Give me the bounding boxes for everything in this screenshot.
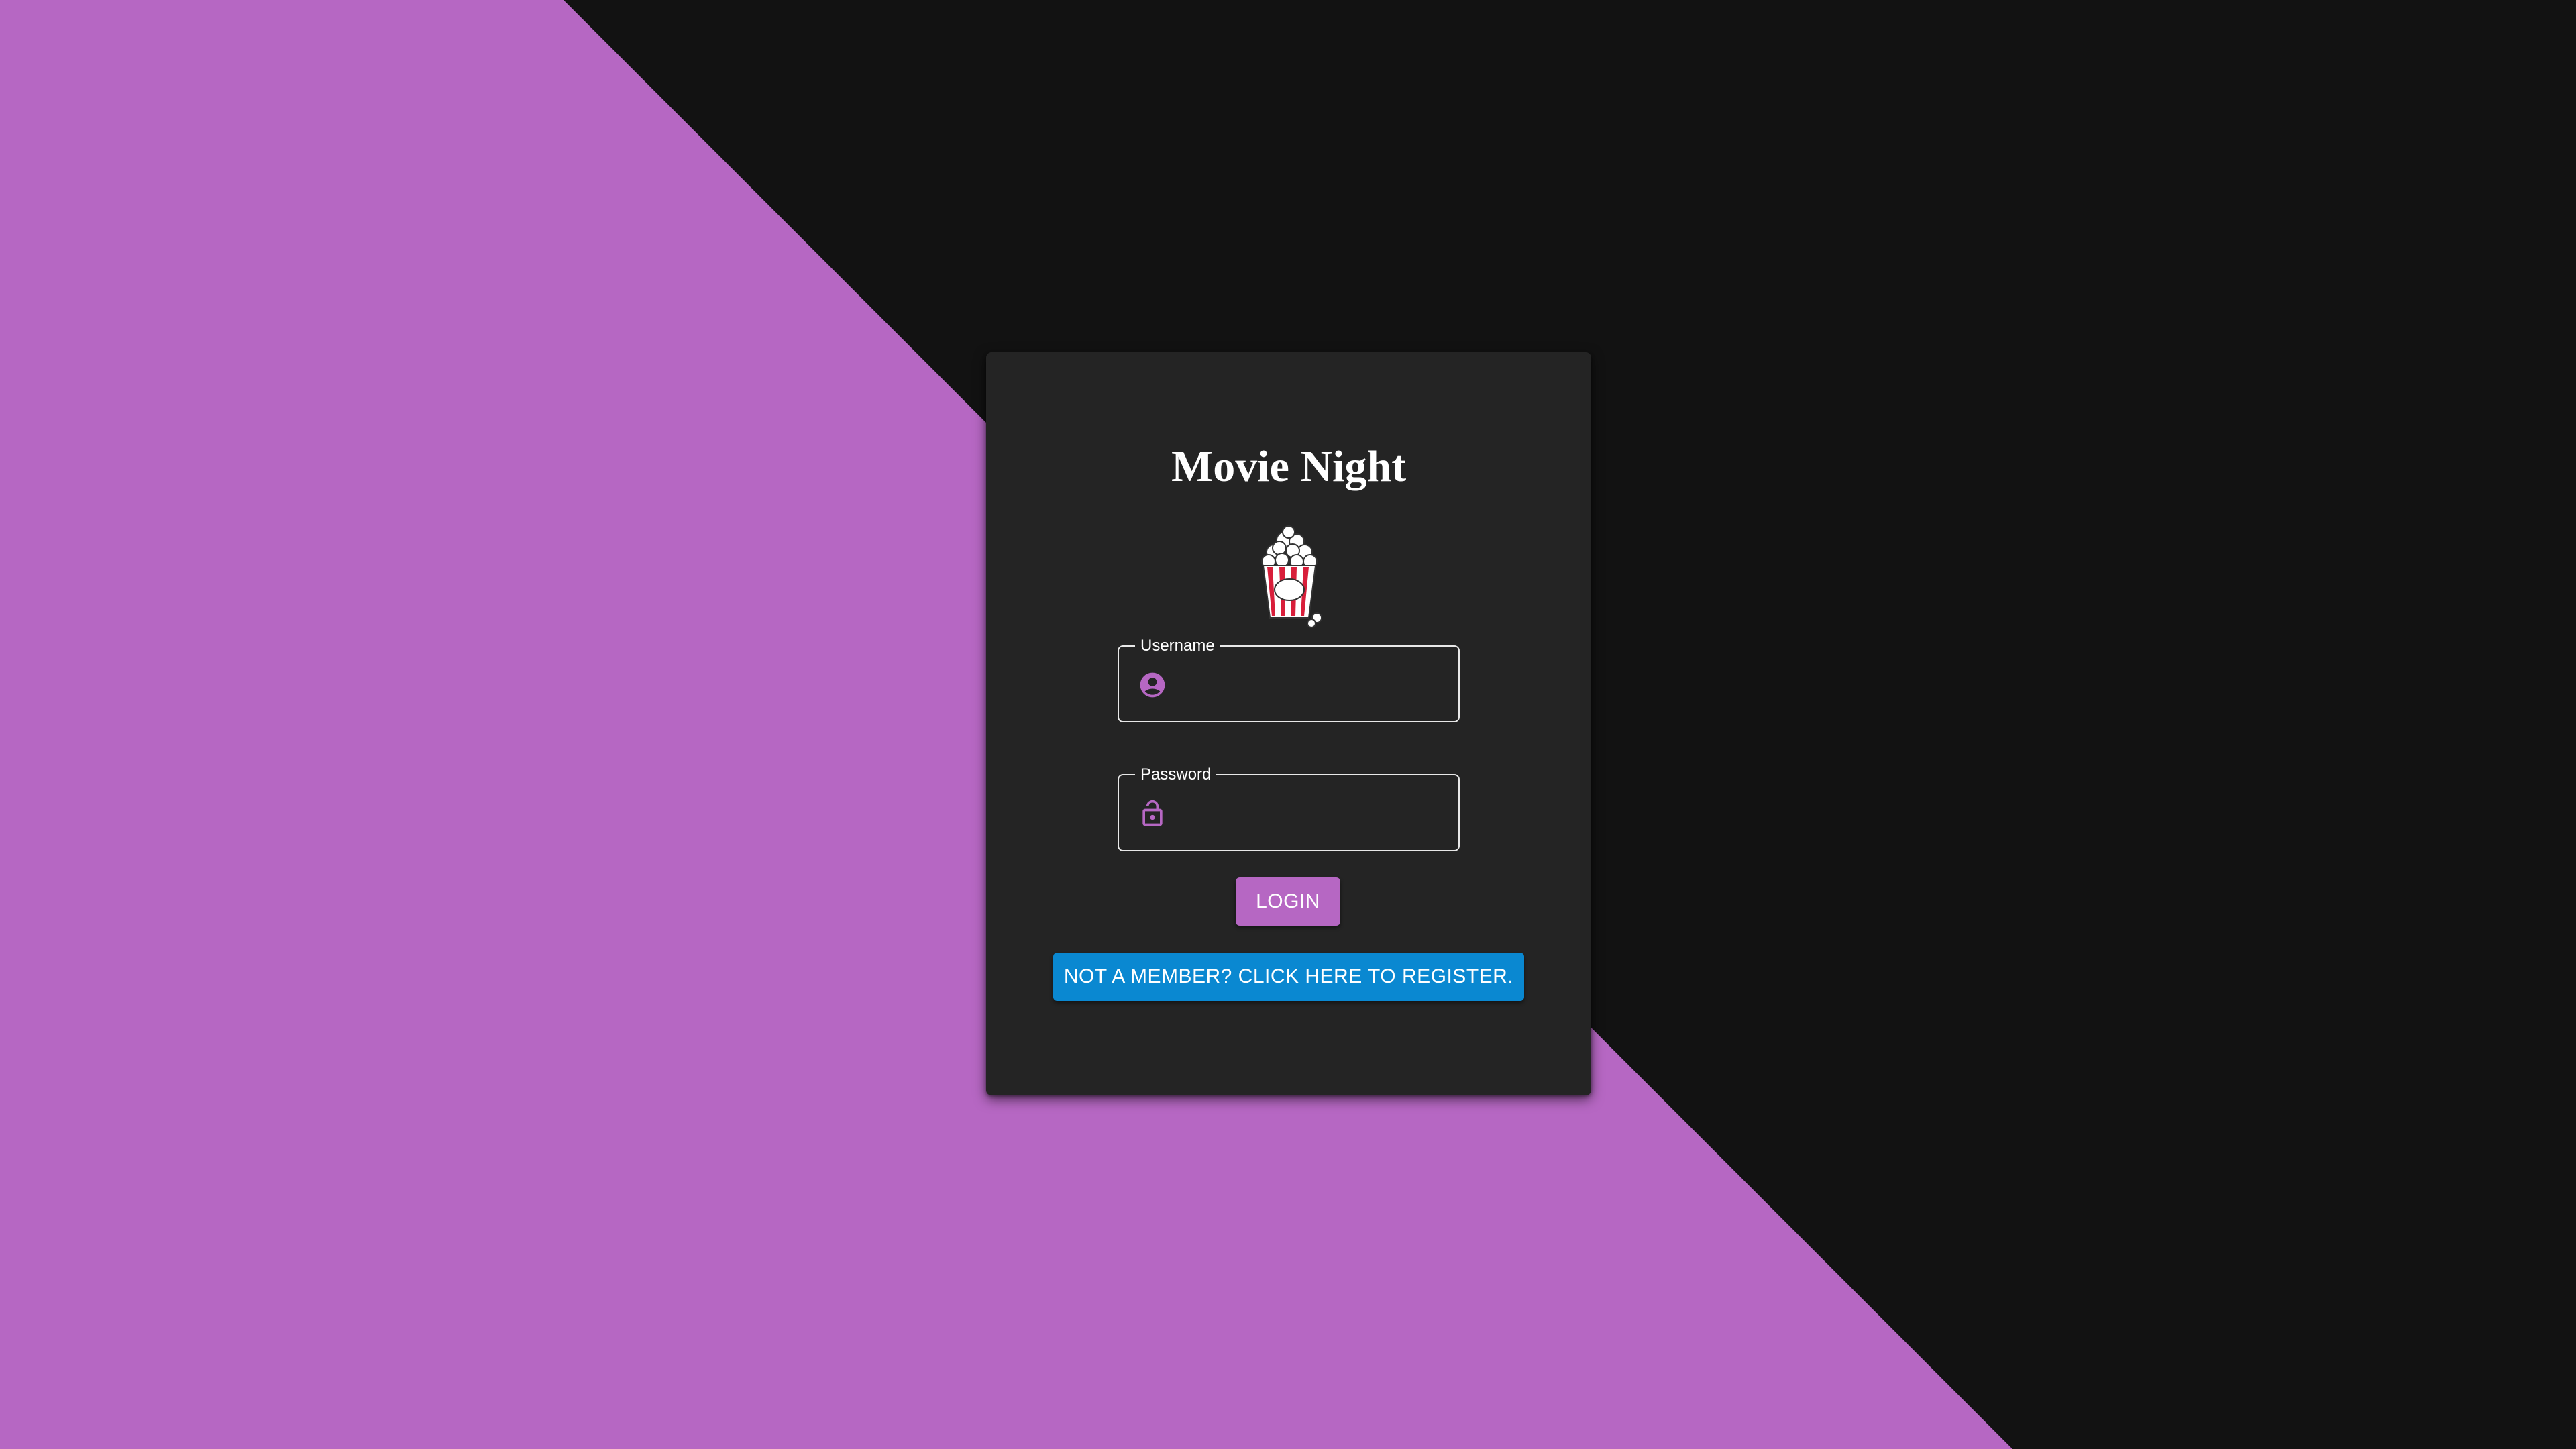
account-circle-icon <box>1140 672 1165 698</box>
password-input[interactable] <box>1182 790 1446 839</box>
username-input[interactable] <box>1182 661 1446 710</box>
username-field[interactable]: Username <box>1118 638 1460 722</box>
login-card: Movie Night Username Password LOGIN NOT … <box>986 352 1591 1095</box>
register-button[interactable]: NOT A MEMBER? CLICK HERE TO REGISTER. <box>1053 953 1524 1001</box>
app-title: Movie Night <box>1171 442 1407 491</box>
username-label: Username <box>1140 637 1215 655</box>
login-button[interactable]: LOGIN <box>1236 877 1340 926</box>
password-label: Password <box>1140 765 1212 784</box>
lock-open-icon <box>1142 800 1163 826</box>
password-field[interactable]: Password <box>1118 767 1460 851</box>
popcorn-icon <box>1261 525 1322 628</box>
